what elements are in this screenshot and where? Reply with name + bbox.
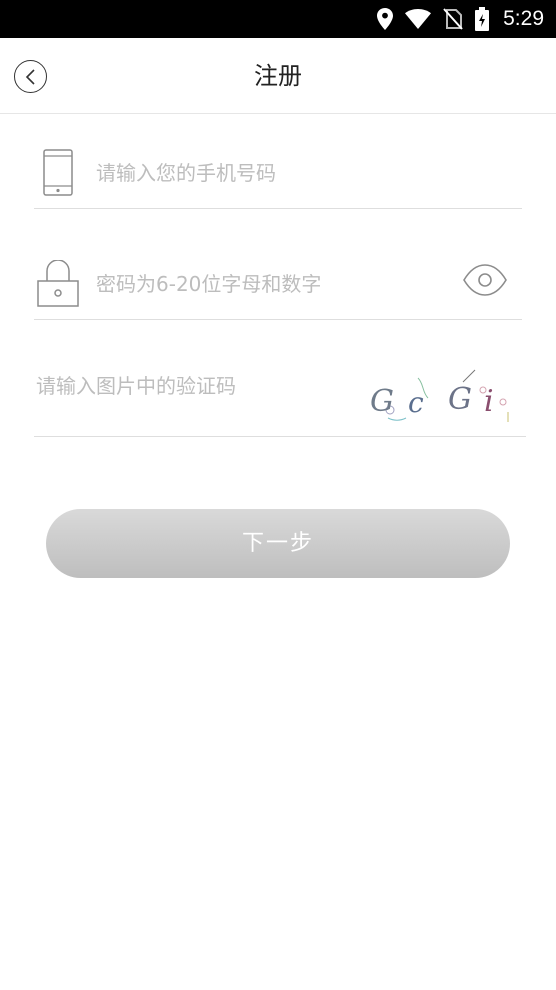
wifi-icon xyxy=(405,9,432,29)
captcha-char: c xyxy=(408,386,424,419)
captcha-input[interactable] xyxy=(36,368,356,404)
phone-icon xyxy=(43,149,73,196)
status-time: 5:29 xyxy=(503,7,544,30)
captcha-field: G c G i xyxy=(34,358,526,437)
password-field xyxy=(34,250,522,320)
status-bar: 5:29 xyxy=(0,0,556,38)
phone-input[interactable] xyxy=(96,156,496,190)
no-sim-icon xyxy=(443,8,463,30)
lock-icon xyxy=(37,260,79,307)
location-icon xyxy=(377,8,394,30)
eye-icon[interactable] xyxy=(462,262,508,298)
chevron-left-icon xyxy=(25,68,35,85)
phone-field xyxy=(34,140,522,209)
back-button[interactable] xyxy=(14,60,47,93)
captcha-char: i xyxy=(484,384,494,419)
password-input[interactable] xyxy=(96,267,456,301)
battery-charging-icon xyxy=(475,7,490,31)
captcha-image[interactable]: G c G i xyxy=(368,368,518,424)
title-bar: 注册 xyxy=(0,38,556,114)
status-icons: 5:29 xyxy=(377,0,544,38)
page-title: 注册 xyxy=(254,62,302,90)
captcha-char: G xyxy=(448,382,472,417)
captcha-char: G xyxy=(370,384,394,419)
next-button[interactable]: 下一步 xyxy=(46,509,510,578)
